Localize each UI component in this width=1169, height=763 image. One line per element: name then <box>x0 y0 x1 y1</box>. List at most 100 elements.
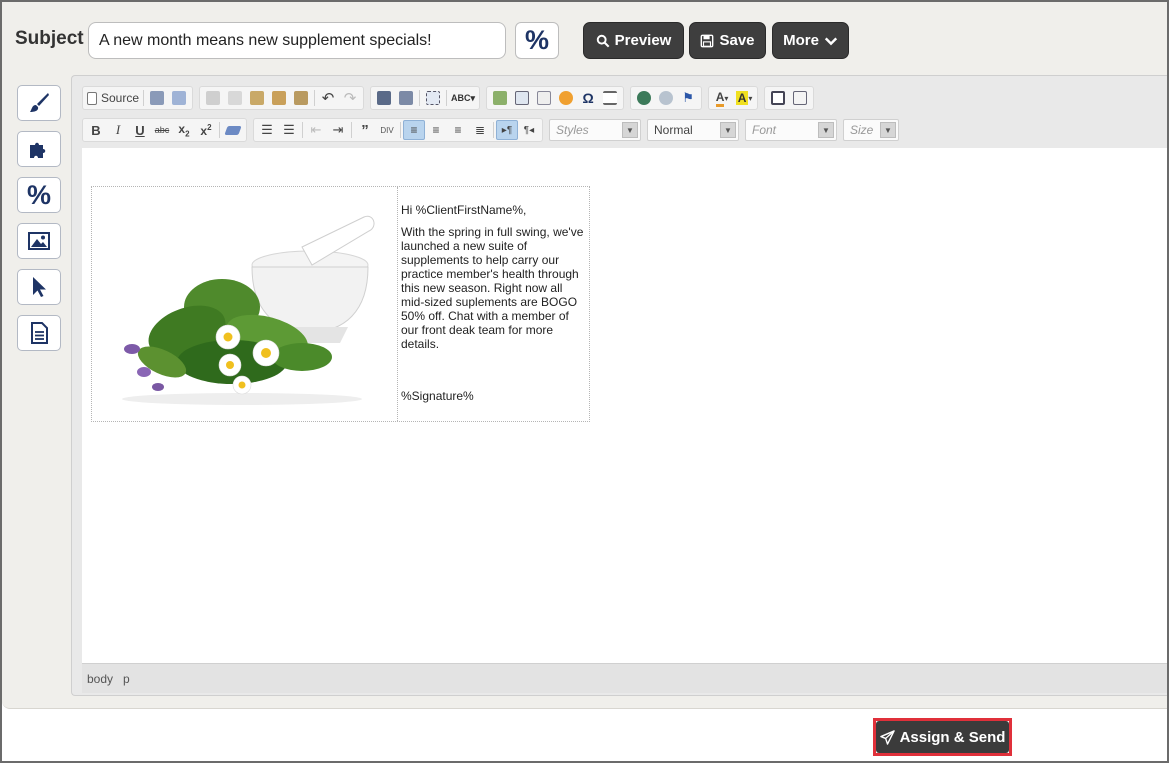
remove-format-button[interactable] <box>222 120 244 140</box>
format-dropdown[interactable]: Normal ▼ <box>647 119 739 141</box>
blockquote-button[interactable]: ” <box>354 120 376 140</box>
message-text-cell[interactable]: Hi %ClientFirstName%, With the spring in… <box>398 187 589 421</box>
align-right-icon: ≡ <box>454 123 462 137</box>
page-break-button[interactable] <box>599 88 621 108</box>
preview-label: Preview <box>614 32 672 49</box>
scissors-icon <box>206 91 221 105</box>
button-tool-button[interactable] <box>17 269 61 305</box>
find-button[interactable] <box>373 88 395 108</box>
rich-text-editor: Source ↶ ↷ ABC▾ Ω ⚑ A ▾ A ▾ B I U abc x2… <box>71 75 1167 696</box>
smiley-button[interactable] <box>555 88 577 108</box>
floppy-disk-icon <box>701 34 714 47</box>
omega-icon: Ω <box>582 90 594 106</box>
editor-content-area[interactable]: Hi %ClientFirstName%, With the spring in… <box>82 148 1167 663</box>
styles-value: Styles <box>556 123 589 137</box>
ltr-button[interactable]: ▸¶ <box>496 120 518 140</box>
design-tool-button[interactable] <box>17 85 61 121</box>
div-container-button[interactable]: DIV <box>376 120 398 140</box>
decrease-indent-button[interactable]: ⇤ <box>305 120 327 140</box>
bulleted-list-button[interactable]: ☰ <box>278 120 300 140</box>
unlink-button[interactable] <box>655 88 677 108</box>
paste-text-button[interactable] <box>268 88 290 108</box>
more-label: More <box>783 32 819 49</box>
numbered-list-button[interactable]: ☰ <box>256 120 278 140</box>
subject-label: Subject <box>15 28 84 49</box>
image-tool-button[interactable] <box>17 223 61 259</box>
italic-button[interactable]: I <box>107 120 129 140</box>
underline-button[interactable]: U <box>129 120 151 140</box>
print-button[interactable] <box>146 88 168 108</box>
spellcheck-button[interactable]: ABC▾ <box>449 88 477 108</box>
font-dropdown[interactable]: Font ▼ <box>745 119 837 141</box>
size-dropdown[interactable]: Size ▼ <box>843 119 899 141</box>
copy-button[interactable] <box>224 88 246 108</box>
bold-button[interactable]: B <box>85 120 107 140</box>
floppy-icon <box>172 91 187 105</box>
strikethrough-icon: abc <box>154 125 170 135</box>
redo-button[interactable]: ↷ <box>339 88 361 108</box>
preview-button[interactable]: Preview <box>583 22 684 59</box>
email-greeting: Hi %ClientFirstName%, <box>401 203 527 217</box>
insert-table-button[interactable] <box>511 88 533 108</box>
percent-icon: % <box>26 179 51 210</box>
insert-image-button[interactable] <box>489 88 511 108</box>
align-left-button[interactable]: ≡ <box>403 120 425 140</box>
undo-button[interactable]: ↶ <box>317 88 339 108</box>
increase-indent-button[interactable]: ⇥ <box>327 120 349 140</box>
editor-toolbar-row-2: B I U abc x2 x2 ☰ ☰ ⇤ ⇥ ” DIV ≡ ≡ ≡ ≣ ▸¶… <box>82 118 905 142</box>
copy-icon <box>228 91 243 105</box>
numbered-list-icon: ☰ <box>261 122 273 137</box>
eraser-icon <box>224 125 242 135</box>
strikethrough-button[interactable]: abc <box>151 120 173 140</box>
image-cell[interactable] <box>92 187 398 421</box>
link-button[interactable] <box>633 88 655 108</box>
subscript-icon: x2 <box>178 121 190 139</box>
align-center-button[interactable]: ≡ <box>425 120 447 140</box>
subscript-button[interactable]: x2 <box>173 120 195 140</box>
merge-field-tool-button[interactable]: % <box>17 177 61 213</box>
merge-field-button[interactable]: % <box>515 22 559 59</box>
superscript-button[interactable]: x2 <box>195 120 217 140</box>
assign-send-button[interactable]: Assign & Send <box>876 721 1009 753</box>
paste-button[interactable] <box>246 88 268 108</box>
page-break-icon <box>603 91 618 105</box>
puzzle-icon <box>30 142 46 158</box>
spellcheck-icon: ABC▾ <box>451 92 476 103</box>
text-color-button[interactable]: A ▾ <box>711 88 733 108</box>
subject-input[interactable]: A new month means new supplement special… <box>88 22 506 59</box>
div-icon: DIV <box>380 125 394 135</box>
special-char-button[interactable]: Ω <box>577 88 599 108</box>
select-all-button[interactable] <box>422 88 444 108</box>
styles-dropdown[interactable]: Styles ▼ <box>549 119 641 141</box>
undo-icon: ↶ <box>321 90 335 107</box>
document-icon <box>31 322 48 344</box>
email-layout-table[interactable]: Hi %ClientFirstName%, With the spring in… <box>91 186 590 422</box>
align-right-button[interactable]: ≡ <box>447 120 469 140</box>
replace-button[interactable] <box>395 88 417 108</box>
template-tool-button[interactable] <box>17 315 61 351</box>
show-blocks-button[interactable] <box>789 88 811 108</box>
rtl-button[interactable]: ¶◂ <box>518 120 540 140</box>
cursor-icon <box>33 277 46 297</box>
path-body[interactable]: body <box>87 672 113 686</box>
picture-icon <box>493 91 508 105</box>
path-p[interactable]: p <box>123 672 130 686</box>
horizontal-line-button[interactable] <box>533 88 555 108</box>
anchor-button[interactable]: ⚑ <box>677 88 699 108</box>
email-editor-window: Subject A new month means new supplement… <box>0 0 1169 763</box>
bg-color-icon: A <box>735 91 749 105</box>
more-button[interactable]: More <box>772 22 849 59</box>
cut-button[interactable] <box>202 88 224 108</box>
plugin-tool-button[interactable] <box>17 131 61 167</box>
select-all-icon <box>426 91 441 105</box>
replace-icon <box>399 91 414 105</box>
herbs-mortar-image[interactable] <box>92 187 398 423</box>
superscript-icon: x2 <box>200 122 212 138</box>
save-doc-button[interactable] <box>168 88 190 108</box>
maximize-button[interactable] <box>767 88 789 108</box>
source-button[interactable]: Source <box>85 88 141 108</box>
save-button[interactable]: Save <box>689 22 766 59</box>
paste-word-button[interactable] <box>290 88 312 108</box>
justify-button[interactable]: ≣ <box>469 120 491 140</box>
background-color-button[interactable]: A ▾ <box>733 88 755 108</box>
